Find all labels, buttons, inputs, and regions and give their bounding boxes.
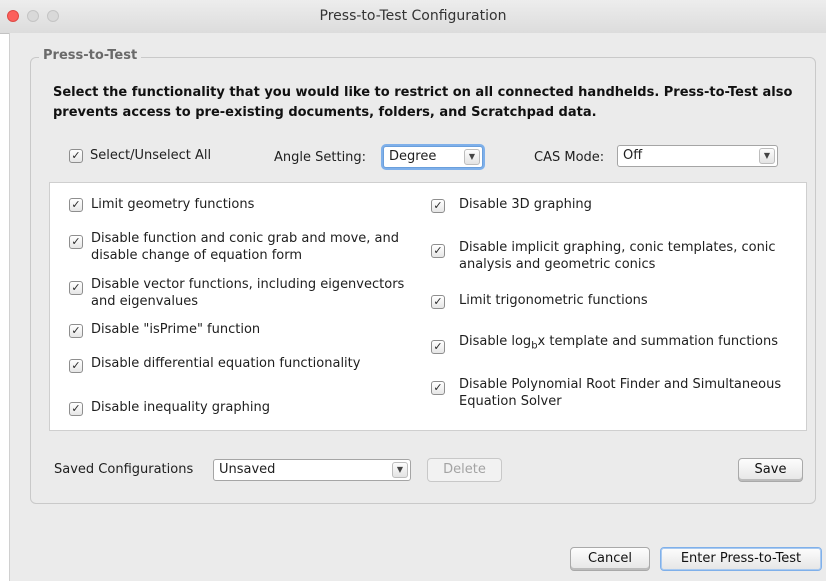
option-label-line2: disable change of equation form bbox=[91, 248, 303, 263]
option-checkbox[interactable]: ✓ bbox=[431, 340, 445, 354]
option-label-line2: Equation Solver bbox=[459, 394, 562, 409]
option-label-log: Disable logbx template and summation fun… bbox=[459, 334, 778, 352]
check-icon: ✓ bbox=[71, 198, 81, 211]
enter-press-to-test-button[interactable]: Enter Press-to-Test bbox=[660, 547, 822, 571]
check-icon: ✓ bbox=[71, 402, 81, 415]
chevron-down-icon: ▼ bbox=[759, 148, 775, 164]
option-checkbox[interactable]: ✓ bbox=[431, 199, 445, 213]
chevron-down-icon: ▼ bbox=[392, 462, 408, 478]
option-label-line2: and eigenvalues bbox=[91, 294, 198, 309]
option-checkbox[interactable]: ✓ bbox=[431, 295, 445, 309]
check-icon: ✓ bbox=[71, 324, 81, 337]
check-icon: ✓ bbox=[433, 295, 443, 308]
option-label: Disable vector functions, including eige… bbox=[91, 277, 405, 292]
option-label: Disable "isPrime" function bbox=[91, 322, 261, 337]
check-icon: ✓ bbox=[433, 340, 443, 353]
select-all-checkbox[interactable]: ✓ bbox=[69, 149, 83, 163]
delete-button[interactable]: Delete bbox=[427, 458, 502, 482]
chevron-down-icon: ▼ bbox=[464, 149, 480, 165]
saved-configurations-value: Unsaved bbox=[219, 462, 276, 477]
saved-configurations-select[interactable]: Unsaved ▼ bbox=[213, 459, 411, 481]
option-checkbox[interactable]: ✓ bbox=[69, 235, 83, 249]
option-label: Disable 3D graphing bbox=[459, 197, 592, 212]
saved-configurations-label: Saved Configurations bbox=[54, 462, 194, 477]
check-icon: ✓ bbox=[433, 199, 443, 212]
option-label-line2: analysis and geometric conics bbox=[459, 257, 656, 272]
angle-setting-label: Angle Setting: bbox=[274, 150, 367, 165]
option-checkbox[interactable]: ✓ bbox=[431, 381, 445, 395]
option-checkbox[interactable]: ✓ bbox=[69, 359, 83, 373]
check-icon: ✓ bbox=[71, 281, 81, 294]
option-label: Disable Polynomial Root Finder and Simul… bbox=[459, 377, 782, 392]
check-icon: ✓ bbox=[71, 359, 81, 372]
option-checkbox[interactable]: ✓ bbox=[431, 244, 445, 258]
cas-mode-value: Off bbox=[623, 148, 643, 163]
option-checkbox[interactable]: ✓ bbox=[69, 198, 83, 212]
title-bar: Press-to-Test Configuration bbox=[0, 0, 826, 34]
option-checkbox[interactable]: ✓ bbox=[69, 281, 83, 295]
option-label: Disable inequality graphing bbox=[91, 400, 270, 415]
description-text: Select the functionality that you would … bbox=[53, 85, 793, 120]
cancel-button[interactable]: Cancel bbox=[570, 547, 650, 571]
group-legend: Press-to-Test bbox=[39, 48, 142, 63]
check-icon: ✓ bbox=[433, 244, 443, 257]
check-icon: ✓ bbox=[433, 381, 443, 394]
angle-setting-value: Degree bbox=[389, 149, 437, 164]
angle-setting-select[interactable]: Degree ▼ bbox=[383, 146, 483, 168]
option-label: Disable implicit graphing, conic templat… bbox=[459, 240, 776, 255]
window-title: Press-to-Test Configuration bbox=[319, 8, 507, 24]
option-label: Disable differential equation functional… bbox=[91, 356, 361, 371]
check-icon: ✓ bbox=[71, 235, 81, 248]
option-label: Limit geometry functions bbox=[91, 197, 255, 212]
select-all-label: Select/Unselect All bbox=[90, 148, 212, 163]
option-label: Limit trigonometric functions bbox=[459, 293, 648, 308]
option-checkbox[interactable]: ✓ bbox=[69, 324, 83, 338]
save-button[interactable]: Save bbox=[738, 458, 803, 482]
option-checkbox[interactable]: ✓ bbox=[69, 402, 83, 416]
option-label: Disable function and conic grab and move… bbox=[91, 231, 399, 246]
cas-mode-label: CAS Mode: bbox=[534, 150, 605, 165]
cas-mode-select[interactable]: Off ▼ bbox=[617, 145, 778, 167]
check-icon: ✓ bbox=[71, 149, 81, 162]
